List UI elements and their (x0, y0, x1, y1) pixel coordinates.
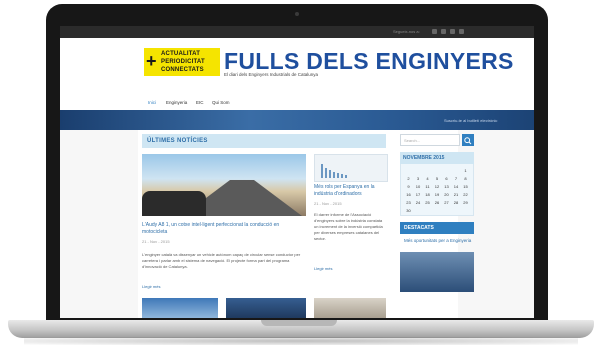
calendar-day[interactable]: 12 (433, 184, 442, 189)
calendar-day[interactable]: 23 (404, 200, 413, 205)
nav-item-enginyeria[interactable]: Enginyeria (166, 100, 187, 105)
calendar-day[interactable]: 29 (461, 200, 470, 205)
calendar-day[interactable]: 25 (423, 200, 432, 205)
calendar-day[interactable]: 4 (423, 176, 432, 181)
follow-label: Segueix-nos a: (393, 29, 420, 34)
banner: Suscriu-te al butlletí electrònic (60, 110, 534, 130)
main-article-body: L'enginyer català va dissenyar un vehicl… (142, 252, 301, 269)
thumb-bar (325, 168, 327, 178)
search-input[interactable]: Search... (400, 134, 460, 146)
camera-icon (295, 12, 299, 16)
calendar-day[interactable]: 5 (433, 176, 442, 181)
rss-icon[interactable] (459, 29, 464, 34)
nav-item-inici[interactable]: Inici (148, 100, 156, 105)
side-article-body: El darrer informe de l'Associació d'engi… (314, 212, 383, 241)
nav-item-qui-som[interactable]: Qui Som (212, 100, 230, 105)
calendar-day[interactable]: 17 (414, 192, 423, 197)
logo-line-2: PERIODICITAT (161, 59, 205, 65)
calendar-day[interactable]: 7 (452, 176, 461, 181)
calendar-day[interactable]: 13 (442, 184, 451, 189)
logo-line-3: CONNECTATS (161, 67, 204, 73)
calendar-day[interactable]: 9 (404, 184, 413, 189)
calendar-day[interactable]: 3 (414, 176, 423, 181)
featured-link[interactable]: Més oportunitats per a Enginyeria (404, 238, 474, 244)
calendar-day[interactable]: 15 (461, 184, 470, 189)
site-header: + ACTUALITAT PERIODICITAT CONNECTATS FUL… (60, 38, 534, 98)
main-article-more-link[interactable]: Llegir més (142, 284, 160, 289)
side-article-date: 21 - Nov - 2015 (314, 201, 342, 206)
calendar-day[interactable]: 14 (452, 184, 461, 189)
thumb-bar (337, 173, 339, 178)
calendar-day[interactable]: 26 (433, 200, 442, 205)
calendar-day[interactable]: 11 (423, 184, 432, 189)
search-placeholder: Search... (404, 138, 421, 143)
banner-text[interactable]: Suscriu-te al butlletí electrònic (444, 118, 497, 123)
calendar-day[interactable]: 28 (452, 200, 461, 205)
logo-box[interactable]: + ACTUALITAT PERIODICITAT CONNECTATS (144, 48, 220, 76)
calendar-title: NOVEMBRE 2015 (403, 155, 445, 161)
laptop-shadow (24, 337, 578, 345)
featured-image[interactable] (400, 252, 474, 292)
logo-plus: + (146, 51, 157, 71)
main-article-date: 21 - Nov - 2015 (142, 239, 170, 244)
calendar-day[interactable]: 19 (433, 192, 442, 197)
twitter-icon[interactable] (441, 29, 446, 34)
calendar-day[interactable]: 18 (423, 192, 432, 197)
side-article-title[interactable]: Més rols per Espanya en la indústria d'o… (314, 184, 386, 198)
calendar-day[interactable]: 27 (442, 200, 451, 205)
nav-item-eic[interactable]: EIC (196, 100, 204, 105)
calendar-day[interactable]: 30 (404, 208, 413, 213)
main-article-title[interactable]: L'Audy A8 1, un cotxe intel·ligent perfe… (142, 222, 302, 236)
laptop-notch (261, 320, 337, 326)
site-subtitle: El diari dels Enginyers Industrials de C… (224, 72, 319, 77)
calendar-day[interactable]: 16 (404, 192, 413, 197)
featured-title: DESTACATS (404, 225, 434, 231)
calendar-day[interactable]: 2 (404, 176, 413, 181)
linkedin-icon[interactable] (450, 29, 455, 34)
thumb-bar (341, 174, 343, 178)
calendar-day[interactable]: 22 (461, 192, 470, 197)
search-button[interactable] (462, 134, 474, 146)
thumb-bar (345, 175, 347, 178)
calendar-day[interactable]: 24 (414, 200, 423, 205)
calendar-header: NOVEMBRE 2015 (400, 152, 474, 164)
thumb-bar (329, 170, 331, 178)
section-title: ÚLTIMES NOTÍCIES (147, 138, 208, 144)
screen: Segueix-nos a: + ACTUALITAT PERIODICITAT… (60, 26, 534, 318)
top-bar: Segueix-nos a: (60, 26, 534, 38)
logo-line-1: ACTUALITAT (161, 51, 201, 57)
thumb-bar (333, 172, 335, 178)
motorcycle-dashboard-shape (142, 191, 206, 216)
search-icon (464, 137, 472, 145)
article-thumbnail[interactable] (142, 298, 218, 318)
side-article-thumbnail[interactable] (314, 154, 388, 182)
article-thumbnail[interactable] (314, 298, 386, 318)
section-header: ÚLTIMES NOTÍCIES (142, 134, 386, 148)
thumb-bar (321, 164, 323, 178)
site-title[interactable]: FULLS DELS ENGINYERS (224, 49, 514, 73)
side-article-more-link[interactable]: Llegir més (314, 266, 332, 271)
calendar-day[interactable]: 6 (442, 176, 451, 181)
calendar-day[interactable]: 20 (442, 192, 451, 197)
featured-header: DESTACATS (400, 222, 474, 234)
calendar-day[interactable]: 10 (414, 184, 423, 189)
calendar-day[interactable]: 1 (461, 168, 470, 173)
facebook-icon[interactable] (432, 29, 437, 34)
article-thumbnail[interactable] (226, 298, 306, 318)
calendar-day[interactable]: 21 (452, 192, 461, 197)
calendar-day[interactable]: 8 (461, 176, 470, 181)
main-nav: Inici Enginyeria EIC Qui Som (60, 98, 534, 110)
